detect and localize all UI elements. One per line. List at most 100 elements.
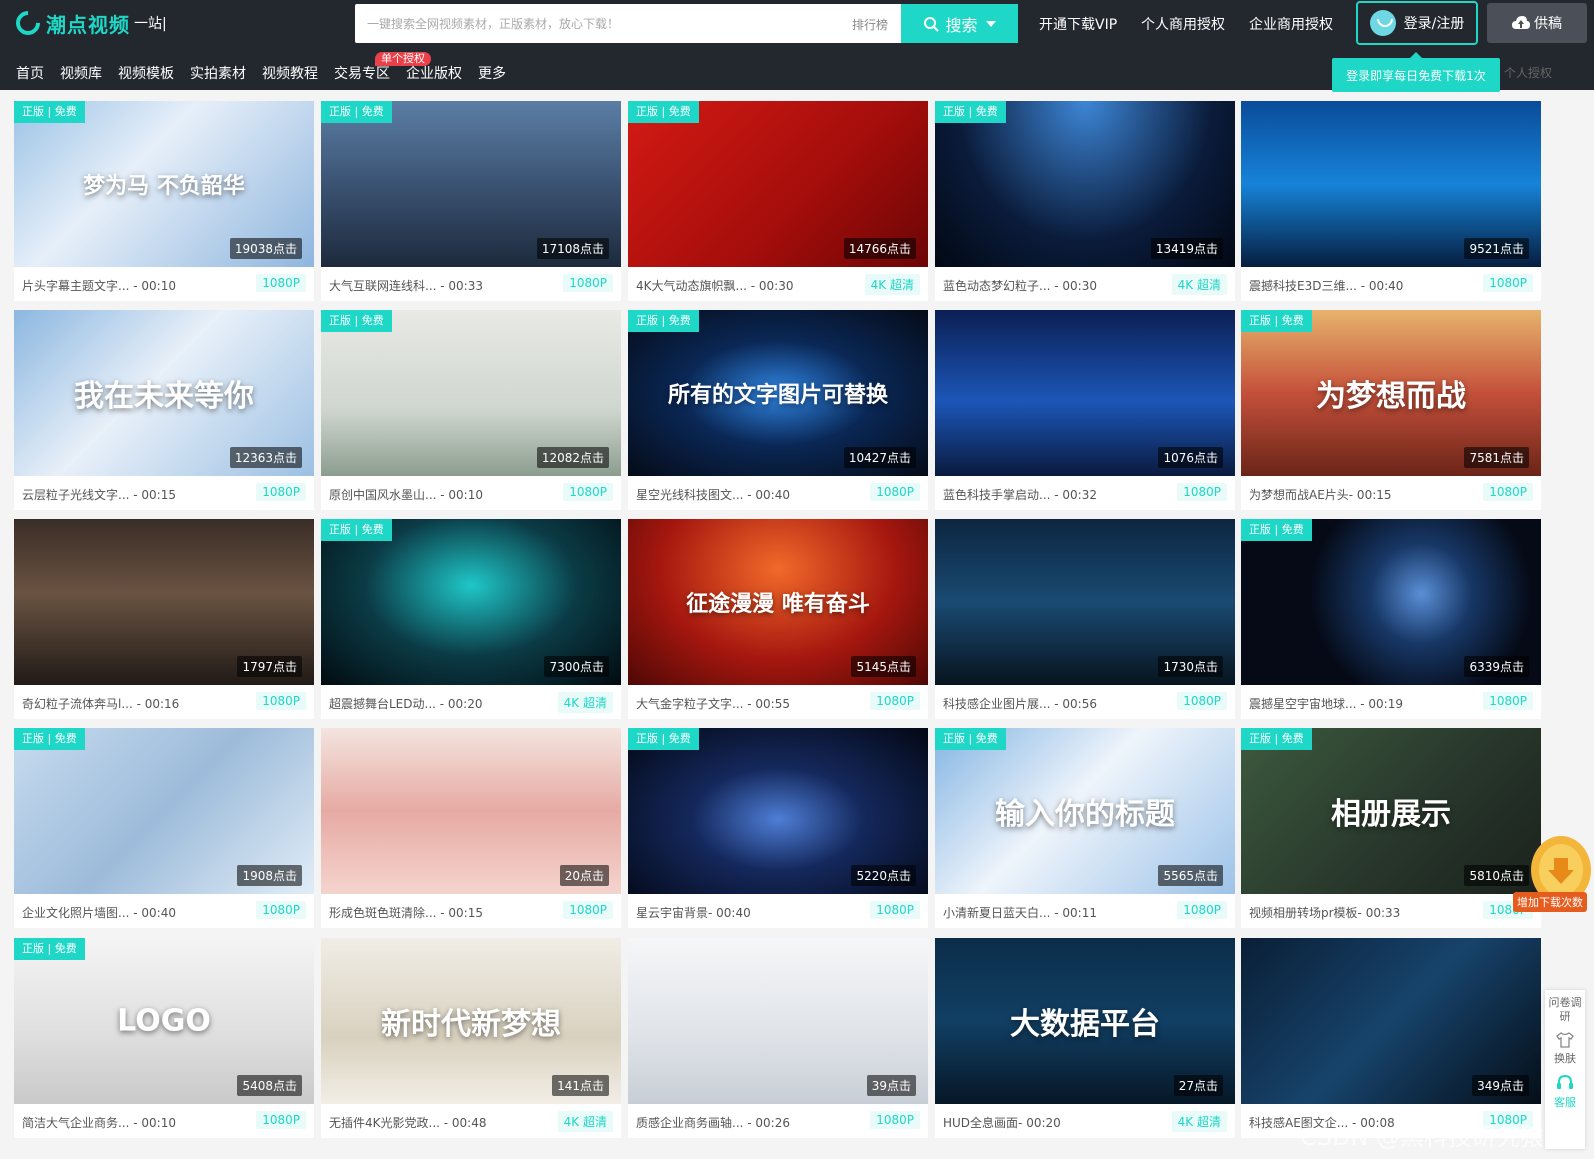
video-title[interactable]: 星云宇宙背景- 00:40 xyxy=(636,904,751,921)
video-thumbnail[interactable]: 征途漫漫 唯有奋斗 5145点击 xyxy=(628,519,928,685)
nav-tutorials[interactable]: 视频教程 xyxy=(262,63,318,83)
video-title[interactable]: 视频相册转场pr模板- 00:33 xyxy=(1249,904,1400,921)
video-thumbnail[interactable]: 1797点击 xyxy=(14,519,314,685)
video-thumbnail[interactable]: 为梦想而战 正版 | 免费 7581点击 xyxy=(1241,310,1541,476)
video-thumbnail[interactable]: 正版 | 免费 1908点击 xyxy=(14,728,314,894)
video-card[interactable]: 所有的文字图片可替换 正版 | 免费 10427点击星空光线科技图文... - 00… xyxy=(628,310,928,510)
video-thumbnail[interactable]: 9521点击 xyxy=(1241,101,1541,267)
video-thumbnail[interactable]: LOGO 正版 | 免费 5408点击 xyxy=(14,938,314,1104)
video-card[interactable]: 正版 | 免费 7300点击 超震撼舞台LED动... - 00:20 4K 超清 xyxy=(321,519,621,719)
video-card[interactable]: 20点击 形成色斑色斑清除... - 00:15 1080P xyxy=(321,728,621,928)
personal-license-link[interactable]: 个人商用授权 xyxy=(1141,14,1225,34)
video-thumbnail[interactable]: 新时代新梦想 141点击 xyxy=(321,938,621,1104)
service-button[interactable]: 客服 xyxy=(1545,1074,1585,1110)
free-badge: 正版 | 免费 xyxy=(935,101,1006,123)
video-thumbnail[interactable]: 正版 | 免费 6339点击 xyxy=(1241,519,1541,685)
vip-link[interactable]: 开通下载VIP xyxy=(1039,14,1117,34)
video-title[interactable]: 超震撼舞台LED动... - 00:20 xyxy=(329,695,483,712)
video-card[interactable]: 正版 | 免费 14766点击 4K大气动态旗帜飘... - 00:30 4K 超清 xyxy=(628,101,928,301)
video-card[interactable]: 为梦想而战 正版 | 免费 7581点击 为梦想而战AE片头- 00:15 1080P xyxy=(1241,310,1541,510)
video-thumbnail[interactable]: 所有的文字图片可替换 正版 | 免费 10427点击 xyxy=(628,310,928,476)
video-card[interactable]: 正版 | 免费 12082点击 原创中国风水墨山... - 00:10 1080P xyxy=(321,310,621,510)
free-badge: 正版 | 免费 xyxy=(321,101,392,123)
video-title[interactable]: 无插件4K光影党政... - 00:48 xyxy=(329,1114,487,1131)
video-card[interactable]: LOGO 正版 | 免费 5408点击 简洁大气企业商务... - 00:10 1080… xyxy=(14,938,314,1138)
rank-link[interactable]: 排行榜 xyxy=(852,16,888,33)
video-title[interactable]: 形成色斑色斑清除... - 00:15 xyxy=(329,904,483,921)
video-card[interactable]: 39点击 质感企业商务画轴... - 00:26 1080P xyxy=(628,938,928,1138)
video-title[interactable]: 小清新夏日蓝天白... - 00:11 xyxy=(943,904,1097,921)
video-card[interactable]: 我在未来等你 12363点击 云层粒子光线文字... - 00:15 1080P xyxy=(14,310,314,510)
nav-video-templates[interactable]: 视频模板 xyxy=(118,63,174,83)
video-thumbnail[interactable]: 正版 | 免费 5220点击 xyxy=(628,728,928,894)
nav-enterprise[interactable]: 企业版权 xyxy=(406,63,462,83)
video-thumbnail[interactable]: 349点击 xyxy=(1241,938,1541,1104)
video-title[interactable]: 奇幻粒子流体奔马l... - 00:16 xyxy=(22,695,179,712)
video-card[interactable]: 新时代新梦想 141点击 无插件4K光影党政... - 00:48 4K 超清 xyxy=(321,938,621,1138)
video-thumbnail[interactable]: 1076点击 xyxy=(935,310,1235,476)
video-card[interactable]: 大数据平台 27点击 HUD全息画面- 00:20 4K 超清 xyxy=(935,938,1235,1138)
nav-video-library[interactable]: 视频库 xyxy=(60,63,102,83)
video-title[interactable]: 震撼星空宇宙地球... - 00:19 xyxy=(1249,695,1403,712)
video-card[interactable]: 梦为马 不负韶华 正版 | 免费 19038点击片头字幕主题文字... - 00:1… xyxy=(14,101,314,301)
video-thumbnail[interactable]: 我在未来等你 12363点击 xyxy=(14,310,314,476)
video-thumbnail[interactable]: 正版 | 免费 17108点击 xyxy=(321,101,621,267)
video-thumbnail[interactable]: 梦为马 不负韶华 正版 | 免费 19038点击 xyxy=(14,101,314,267)
nav-footage[interactable]: 实拍素材 xyxy=(190,63,246,83)
login-button[interactable]: 登录/注册 xyxy=(1356,1,1478,45)
video-card[interactable]: 正版 | 免费 13419点击 蓝色动态梦幻粒子... - 00:30 4K 超清 xyxy=(935,101,1235,301)
nav-more[interactable]: 更多 xyxy=(478,63,506,83)
video-thumbnail[interactable]: 39点击 xyxy=(628,938,928,1104)
video-title[interactable]: 大气互联网连线科... - 00:33 xyxy=(329,277,483,294)
video-card[interactable]: 1797点击 奇幻粒子流体奔马l... - 00:16 1080P xyxy=(14,519,314,719)
video-card[interactable]: 正版 | 免费 17108点击 大气互联网连线科... - 00:33 1080P xyxy=(321,101,621,301)
nav-home[interactable]: 首页 xyxy=(16,63,44,83)
thumbnail-caption: 为梦想而战 xyxy=(1316,379,1466,414)
video-card[interactable]: 征途漫漫 唯有奋斗 5145点击 大气金字粒子文字... - 00:55 1080P xyxy=(628,519,928,719)
video-thumbnail[interactable]: 正版 | 免费 13419点击 xyxy=(935,101,1235,267)
add-downloads-label[interactable]: 增加下载次数 xyxy=(1513,892,1587,912)
video-card[interactable]: 正版 | 免费 1908点击 企业文化照片墙图... - 00:40 1080P xyxy=(14,728,314,928)
survey-button[interactable]: 问卷调研 xyxy=(1545,990,1585,1024)
video-title[interactable]: 大气金字粒子文字... - 00:55 xyxy=(636,695,790,712)
video-card[interactable]: 1730点击 科技感企业图片展... - 00:56 1080P xyxy=(935,519,1235,719)
video-title[interactable]: 为梦想而战AE片头- 00:15 xyxy=(1249,486,1392,503)
video-card[interactable]: 输入你的标题 正版 | 免费 5565点击 小清新夏日蓝天白... - 00:11 10… xyxy=(935,728,1235,928)
video-thumbnail[interactable]: 正版 | 免费 14766点击 xyxy=(628,101,928,267)
card-info: HUD全息画面- 00:20 4K 超清 xyxy=(935,1104,1235,1138)
video-thumbnail[interactable]: 输入你的标题 正版 | 免费 5565点击 xyxy=(935,728,1235,894)
video-title[interactable]: 质感企业商务画轴... - 00:26 xyxy=(636,1114,790,1131)
video-title[interactable]: 星空光线科技图文... - 00:40 xyxy=(636,486,790,503)
contribute-button[interactable]: 供稿 xyxy=(1487,3,1587,43)
video-thumbnail[interactable]: 相册展示 正版 | 免费 5810点击 xyxy=(1241,728,1541,894)
video-card[interactable]: 349点击 科技感AE图文企... - 00:08 1080P xyxy=(1241,938,1541,1138)
search-input[interactable] xyxy=(355,4,835,43)
video-thumbnail[interactable]: 正版 | 免费 7300点击 xyxy=(321,519,621,685)
video-thumbnail[interactable]: 大数据平台 27点击 xyxy=(935,938,1235,1104)
video-title[interactable]: 4K大气动态旗帜飘... - 00:30 xyxy=(636,277,794,294)
skin-button[interactable]: 换肤 xyxy=(1545,1032,1585,1066)
video-title[interactable]: 简洁大气企业商务... - 00:10 xyxy=(22,1114,176,1131)
video-card[interactable]: 相册展示 正版 | 免费 5810点击 视频相册转场pr模板- 00:33 1080P xyxy=(1241,728,1541,928)
video-title[interactable]: 云层粒子光线文字... - 00:15 xyxy=(22,486,176,503)
video-title[interactable]: 蓝色动态梦幻粒子... - 00:30 xyxy=(943,277,1097,294)
video-card[interactable]: 1076点击 蓝色科技手掌启动... - 00:32 1080P xyxy=(935,310,1235,510)
video-title[interactable]: 片头字幕主题文字... - 00:10 xyxy=(22,277,176,294)
video-thumbnail[interactable]: 20点击 xyxy=(321,728,621,894)
video-card[interactable]: 正版 | 免费 5220点击 星云宇宙背景- 00:40 1080P xyxy=(628,728,928,928)
video-card[interactable]: 正版 | 免费 6339点击 震撼星空宇宙地球... - 00:19 1080P xyxy=(1241,519,1541,719)
personal-license-label[interactable]: 个人授权 xyxy=(1504,64,1552,81)
enterprise-license-link[interactable]: 企业商用授权 xyxy=(1249,14,1333,34)
nav-trade[interactable]: 交易专区 xyxy=(334,63,390,83)
video-thumbnail[interactable]: 正版 | 免费 12082点击 xyxy=(321,310,621,476)
search-button[interactable]: 搜索 xyxy=(901,4,1018,43)
video-title[interactable]: 原创中国风水墨山... - 00:10 xyxy=(329,486,483,503)
video-title[interactable]: 企业文化照片墙图... - 00:40 xyxy=(22,904,176,921)
video-title[interactable]: HUD全息画面- 00:20 xyxy=(943,1114,1061,1131)
video-title[interactable]: 震撼科技E3D三维... - 00:40 xyxy=(1249,277,1403,294)
video-title[interactable]: 科技感企业图片展... - 00:56 xyxy=(943,695,1097,712)
video-thumbnail[interactable]: 1730点击 xyxy=(935,519,1235,685)
video-card[interactable]: 9521点击 震撼科技E3D三维... - 00:40 1080P xyxy=(1241,101,1541,301)
site-logo[interactable]: 潮点视频 一站| xyxy=(11,6,167,40)
video-title[interactable]: 蓝色科技手掌启动... - 00:32 xyxy=(943,486,1097,503)
